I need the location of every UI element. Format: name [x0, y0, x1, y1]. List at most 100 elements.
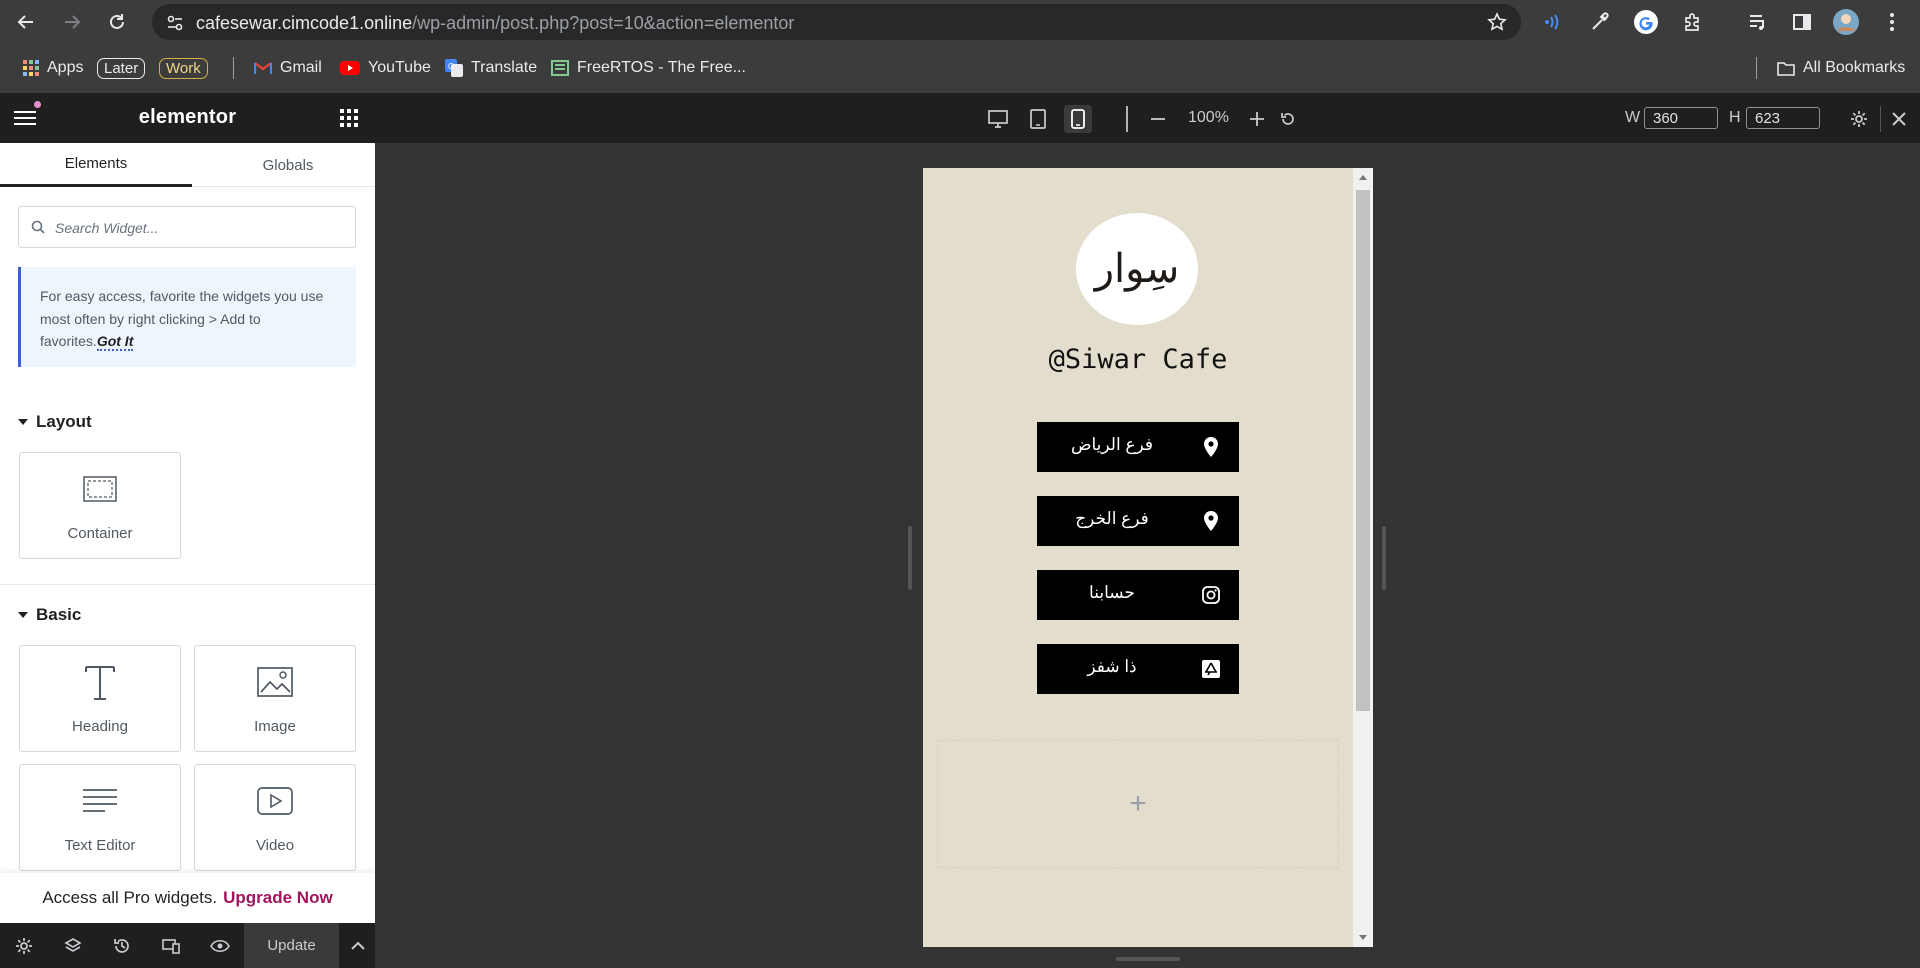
youtube-icon — [340, 61, 360, 75]
chevron-up-icon — [350, 941, 365, 950]
media-controls-icon[interactable] — [1743, 7, 1773, 37]
image-icon — [195, 664, 355, 700]
map-pin-icon — [1199, 435, 1223, 459]
widget-container[interactable]: Container — [19, 452, 181, 559]
preview-scrollbar[interactable] — [1353, 168, 1373, 947]
add-section-area[interactable]: + — [937, 740, 1339, 868]
back-button[interactable] — [10, 6, 42, 38]
browser-toolbar: cafesewar.cimcode1.online/wp-admin/post.… — [0, 0, 1920, 93]
map-pin-icon — [1199, 509, 1223, 533]
mobile-icon — [1071, 109, 1085, 129]
reload-button[interactable] — [101, 6, 133, 38]
site-settings-icon[interactable] — [166, 14, 184, 37]
update-options-button[interactable] — [340, 923, 375, 968]
responsive-icon — [162, 938, 180, 954]
search-widget-input[interactable] — [55, 217, 345, 239]
riyadh-branch-label: فرع الرياض — [1070, 435, 1154, 454]
width-label: W — [1625, 109, 1641, 126]
favorites-notice: For easy access, favorite the widgets yo… — [18, 267, 356, 367]
pro-widgets-bar: Access all Pro widgets. Upgrade Now — [0, 873, 375, 923]
scrollbar-thumb[interactable] — [1356, 190, 1370, 711]
layers-icon — [64, 937, 82, 952]
bookmark-gmail[interactable]: Gmail — [254, 55, 322, 81]
widget-heading[interactable]: Heading — [19, 645, 181, 752]
profile-avatar[interactable] — [1831, 7, 1861, 37]
settings-button[interactable] — [0, 923, 48, 968]
eyedropper-extension-icon[interactable] — [1585, 7, 1615, 37]
reset-icon — [1281, 113, 1294, 125]
resize-handle-bottom[interactable] — [1116, 957, 1180, 961]
bookmark-youtube[interactable]: YouTube — [340, 55, 431, 81]
bookmark-apps[interactable]: Apps — [23, 55, 83, 81]
google-extension-icon[interactable] — [1631, 7, 1661, 37]
resize-handle-left[interactable] — [908, 526, 912, 590]
update-button[interactable]: Update — [244, 923, 339, 968]
bookmark-youtube-label: YouTube — [368, 59, 431, 76]
bookmark-later[interactable]: Later — [97, 55, 146, 81]
bookmark-translate[interactable]: G Translate — [445, 55, 537, 81]
bookmark-star-icon[interactable] — [1487, 12, 1507, 37]
bookmark-freertos[interactable]: FreeRTOS - The Free... — [551, 55, 746, 81]
bookmark-work[interactable]: Work — [159, 55, 208, 81]
kharj-branch-button[interactable]: فرع الخرج — [1037, 496, 1239, 546]
address-bar[interactable]: cafesewar.cimcode1.online/wp-admin/post.… — [152, 4, 1521, 40]
text-editor-icon — [20, 783, 180, 819]
zoom-level: 100% — [1188, 109, 1229, 126]
zoom-out-button[interactable] — [1144, 105, 1172, 133]
extensions-puzzle-icon[interactable] — [1677, 7, 1707, 37]
responsive-mode-button[interactable] — [147, 923, 195, 968]
svg-text:G: G — [448, 62, 454, 71]
device-tablet-button[interactable] — [1024, 105, 1052, 133]
all-bookmarks[interactable]: All Bookmarks — [1777, 55, 1905, 81]
scroll-down-arrow-icon[interactable] — [1359, 935, 1367, 940]
device-mobile-button[interactable] — [1064, 105, 1092, 133]
width-input[interactable] — [1644, 107, 1718, 129]
scroll-up-arrow-icon[interactable] — [1359, 175, 1367, 180]
height-input[interactable] — [1746, 107, 1820, 129]
instagram-account-button[interactable]: حسابنا — [1037, 570, 1239, 620]
zoom-in-button[interactable] — [1243, 105, 1271, 133]
minus-icon — [1151, 118, 1165, 120]
upgrade-now-link[interactable]: Upgrade Now — [223, 888, 333, 908]
close-responsive-button[interactable] — [1885, 105, 1913, 133]
history-button[interactable] — [98, 923, 146, 968]
the-chefz-button[interactable]: ذا شفز — [1037, 644, 1239, 694]
section-layout-toggle[interactable]: Layout — [18, 412, 92, 432]
riyadh-branch-button[interactable]: فرع الرياض — [1037, 422, 1239, 472]
read-aloud-extension-icon[interactable] — [1539, 7, 1569, 37]
pro-bar-text: Access all Pro widgets. — [42, 888, 218, 907]
reset-zoom-button[interactable] — [1274, 105, 1302, 133]
bookmark-gmail-label: Gmail — [280, 59, 322, 76]
side-panel-icon[interactable] — [1787, 7, 1817, 37]
navigator-button[interactable] — [49, 923, 97, 968]
back-arrow-icon — [17, 15, 33, 29]
cafe-logo[interactable]: سِوار — [1076, 213, 1198, 325]
kharj-branch-label: فرع الخرج — [1075, 509, 1149, 528]
folder-icon — [1777, 61, 1795, 76]
toolbar-separator — [1880, 106, 1881, 132]
section-basic-toggle[interactable]: Basic — [18, 605, 81, 625]
mobile-preview-frame: سِوار @Siwar Cafe فرع الرياض فرع الخرج ح… — [923, 168, 1373, 947]
desktop-icon — [988, 110, 1008, 128]
preview-button[interactable] — [196, 923, 244, 968]
panel-header: elementor — [0, 93, 375, 143]
device-desktop-button[interactable] — [984, 105, 1012, 133]
height-label: H — [1729, 109, 1741, 126]
app-store-icon — [1199, 657, 1223, 681]
resize-handle-right[interactable] — [1382, 526, 1386, 590]
widget-image[interactable]: Image — [194, 645, 356, 752]
instagram-account-label: حسابنا — [1089, 583, 1135, 602]
video-icon — [195, 783, 355, 819]
got-it-link[interactable]: Got It — [96, 333, 134, 351]
chrome-menu-icon[interactable] — [1877, 7, 1907, 37]
cafe-handle-heading[interactable]: @Siwar Cafe — [923, 344, 1353, 375]
widget-text-editor[interactable]: Text Editor — [19, 764, 181, 871]
responsive-settings-button[interactable] — [1845, 105, 1873, 133]
tab-elements[interactable]: Elements — [0, 143, 192, 187]
widgets-grid-icon[interactable] — [340, 109, 358, 127]
widget-video[interactable]: Video — [194, 764, 356, 871]
cafe-logo-text: سِوار — [1094, 246, 1180, 292]
forward-button[interactable] — [56, 6, 88, 38]
tab-globals[interactable]: Globals — [192, 143, 384, 187]
history-icon — [114, 938, 129, 953]
